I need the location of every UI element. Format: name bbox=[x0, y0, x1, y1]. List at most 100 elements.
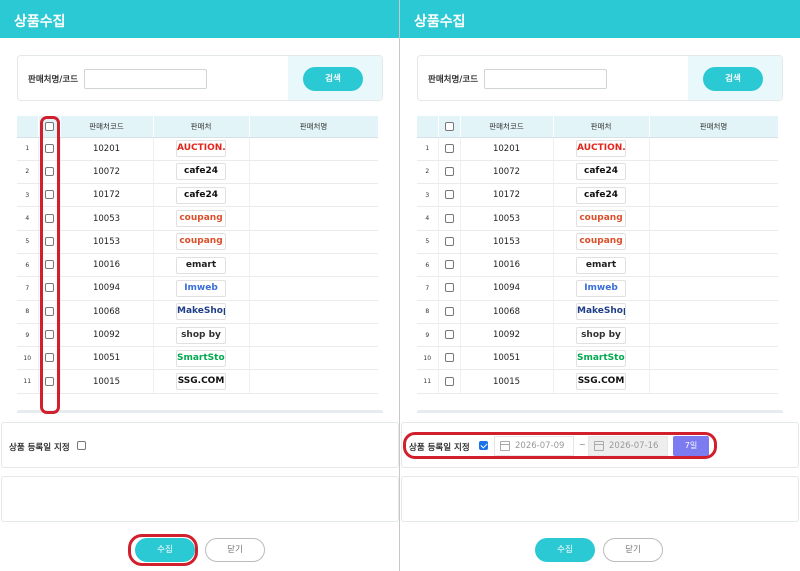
row-checkbox[interactable] bbox=[44, 260, 54, 270]
seller-table: 판매처코드 판매처 판매처명 1 10201 AUCTION. 2 10072 cafe2… bbox=[17, 116, 378, 404]
horizontal-scrollbar[interactable] bbox=[417, 410, 783, 413]
row-checkbox[interactable] bbox=[44, 353, 54, 363]
table-row[interactable]: 2 10072 cafe24 bbox=[417, 160, 778, 185]
seller-code: 10201 bbox=[60, 137, 154, 161]
table-row[interactable]: 4 10053 coupang bbox=[417, 206, 778, 231]
search-input[interactable] bbox=[484, 69, 607, 89]
row-checkbox[interactable] bbox=[444, 376, 454, 386]
search-label: 판매처명/코드 bbox=[28, 75, 79, 85]
seller-logo-cell: cafe24 bbox=[553, 183, 650, 208]
seller-name bbox=[649, 346, 778, 371]
date-filter-checkbox[interactable] bbox=[479, 441, 488, 450]
seller-logo-cell: Imweb bbox=[553, 276, 650, 301]
table-body: 1 10201 AUCTION. 2 10072 cafe24 3 10172 cafe24 4 1… bbox=[17, 137, 378, 394]
table-row[interactable]: 3 10172 cafe24 bbox=[17, 183, 378, 208]
row-checkbox[interactable] bbox=[44, 166, 54, 176]
table-row[interactable]: 10 10051 SmartStore bbox=[417, 346, 778, 371]
row-checkbox[interactable] bbox=[444, 306, 454, 316]
row-checkbox[interactable] bbox=[44, 376, 54, 386]
row-checkbox[interactable] bbox=[44, 213, 54, 223]
table-row[interactable]: 11 10015 SSG.COM bbox=[17, 369, 378, 394]
row-checkbox[interactable] bbox=[44, 143, 54, 153]
dialog-title: 상품수집 bbox=[0, 0, 399, 38]
row-checkbox[interactable] bbox=[444, 213, 454, 223]
search-input[interactable] bbox=[84, 69, 207, 89]
table-row[interactable]: 1 10201 AUCTION. bbox=[417, 137, 778, 161]
row-checkbox[interactable] bbox=[44, 283, 54, 293]
table-row[interactable]: 9 10092 shop by bbox=[417, 323, 778, 348]
row-checkbox-cell bbox=[438, 206, 461, 231]
horizontal-scrollbar[interactable] bbox=[17, 410, 383, 413]
row-checkbox[interactable] bbox=[444, 353, 454, 363]
row-checkbox[interactable] bbox=[444, 260, 454, 270]
seller-logo-cell: AUCTION. bbox=[153, 137, 250, 161]
table-row[interactable]: 8 10068 MakeShop bbox=[417, 300, 778, 324]
row-checkbox[interactable] bbox=[444, 166, 454, 176]
close-button[interactable]: 닫기 bbox=[603, 538, 663, 562]
table-row[interactable]: 6 10016 emart bbox=[17, 253, 378, 278]
row-number: 3 bbox=[417, 183, 439, 208]
row-checkbox-cell bbox=[38, 276, 61, 301]
seller-logo: SSG.COM bbox=[576, 373, 626, 391]
seller-name bbox=[249, 137, 378, 161]
seller-logo: cafe24 bbox=[176, 186, 226, 204]
date-from-input[interactable]: 2026-07-09 bbox=[494, 436, 574, 456]
seller-logo: AUCTION. bbox=[176, 140, 226, 158]
date-filter-checkbox[interactable] bbox=[77, 441, 86, 450]
search-button[interactable]: 검색 bbox=[703, 67, 763, 91]
date-to-input[interactable]: 2026-07-16 bbox=[588, 436, 668, 456]
seller-logo: shop by bbox=[176, 326, 226, 344]
seller-name bbox=[649, 369, 778, 394]
row-checkbox[interactable] bbox=[44, 190, 54, 200]
seller-code: 10053 bbox=[460, 206, 554, 231]
submit-button[interactable]: 수집 bbox=[535, 538, 595, 562]
row-checkbox-cell bbox=[438, 300, 461, 324]
dialog-title: 상품수집 bbox=[400, 0, 800, 38]
table-row[interactable]: 2 10072 cafe24 bbox=[17, 160, 378, 185]
row-number: 4 bbox=[17, 206, 39, 231]
seller-logo: emart bbox=[176, 256, 226, 274]
table-row[interactable]: 7 10094 Imweb bbox=[417, 276, 778, 301]
seller-code: 10092 bbox=[60, 323, 154, 348]
extra-options-box bbox=[401, 476, 799, 522]
seller-logo-cell: cafe24 bbox=[153, 160, 250, 185]
row-checkbox-cell bbox=[438, 160, 461, 185]
close-button[interactable]: 닫기 bbox=[205, 538, 265, 562]
seller-code: 10015 bbox=[60, 369, 154, 394]
table-row[interactable]: 11 10015 SSG.COM bbox=[417, 369, 778, 394]
row-checkbox[interactable] bbox=[444, 236, 454, 246]
seller-code: 10051 bbox=[60, 346, 154, 371]
search-button[interactable]: 검색 bbox=[303, 67, 363, 91]
table-row[interactable]: 6 10016 emart bbox=[417, 253, 778, 278]
seller-logo: Imweb bbox=[176, 279, 226, 297]
table-row[interactable]: 5 10153 coupang bbox=[17, 230, 378, 254]
row-checkbox[interactable] bbox=[444, 190, 454, 200]
table-row[interactable]: 4 10053 coupang bbox=[17, 206, 378, 231]
select-all-checkbox[interactable] bbox=[44, 122, 54, 131]
row-checkbox[interactable] bbox=[44, 306, 54, 316]
submit-button[interactable]: 수집 bbox=[135, 538, 195, 562]
extra-options-box bbox=[1, 476, 399, 522]
row-checkbox[interactable] bbox=[444, 283, 454, 293]
table-header: 판매처코드 판매처 판매처명 bbox=[417, 116, 778, 138]
row-checkbox[interactable] bbox=[44, 330, 54, 340]
seller-name bbox=[649, 253, 778, 278]
seller-logo: Imweb bbox=[576, 279, 626, 297]
seller-code: 10072 bbox=[60, 160, 154, 185]
table-row[interactable]: 1 10201 AUCTION. bbox=[17, 137, 378, 161]
seller-logo-cell: MakeShop bbox=[153, 300, 250, 324]
seller-name bbox=[249, 323, 378, 348]
table-row[interactable]: 10 10051 SmartStore bbox=[17, 346, 378, 371]
row-checkbox[interactable] bbox=[444, 330, 454, 340]
table-row[interactable]: 7 10094 Imweb bbox=[17, 276, 378, 301]
seller-logo-cell: MakeShop bbox=[553, 300, 650, 324]
date-to-value: 2026-07-16 bbox=[609, 441, 659, 451]
table-row[interactable]: 9 10092 shop by bbox=[17, 323, 378, 348]
row-checkbox[interactable] bbox=[44, 236, 54, 246]
table-row[interactable]: 3 10172 cafe24 bbox=[417, 183, 778, 208]
seven-days-button[interactable]: 7일 bbox=[673, 436, 709, 456]
row-checkbox[interactable] bbox=[444, 143, 454, 153]
table-row[interactable]: 8 10068 MakeShop bbox=[17, 300, 378, 324]
select-all-checkbox[interactable] bbox=[444, 122, 454, 131]
table-row[interactable]: 5 10153 coupang bbox=[417, 230, 778, 254]
